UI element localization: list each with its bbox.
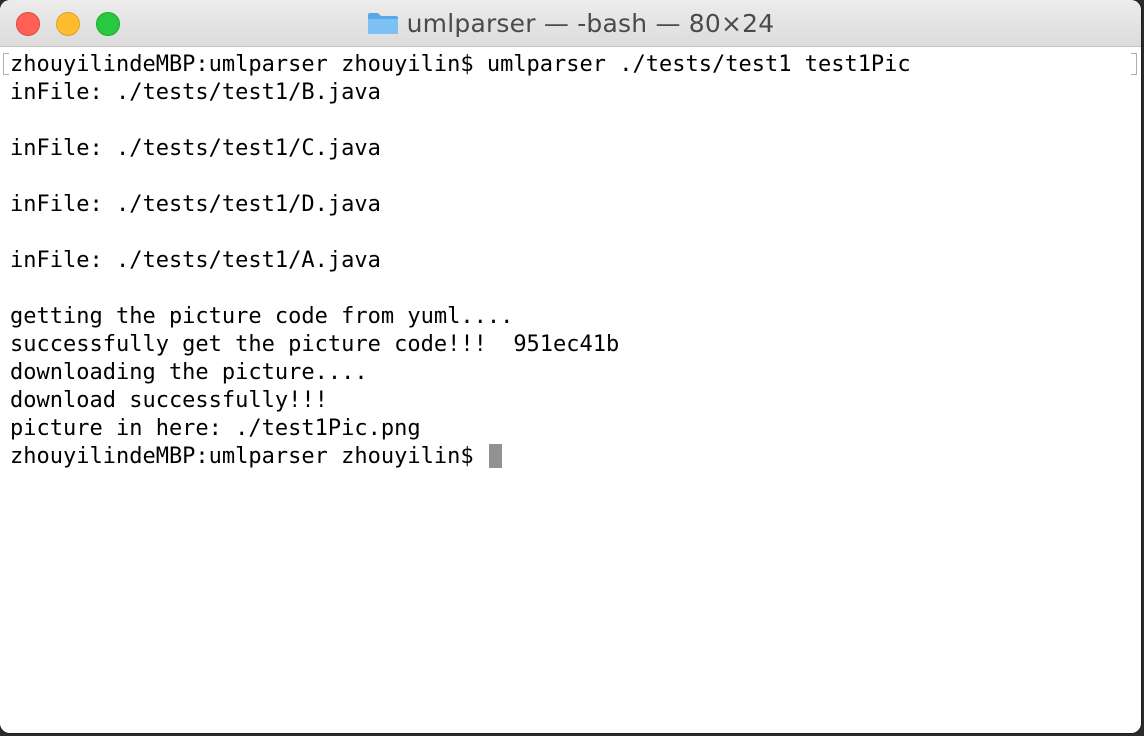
terminal-line: download successfully!!! bbox=[10, 388, 328, 413]
terminal-line: picture in here: ./test1Pic.png bbox=[10, 416, 421, 441]
window-title-area: umlparser — -bash — 80×24 bbox=[0, 0, 1141, 46]
zoom-window-button[interactable] bbox=[96, 12, 120, 36]
minimize-window-button[interactable] bbox=[56, 12, 80, 36]
terminal-output[interactable]: zhouyilindeMBP:umlparser zhouyilin$ umlp… bbox=[0, 47, 1141, 733]
terminal-line: downloading the picture.... bbox=[10, 360, 368, 385]
close-window-button[interactable] bbox=[16, 12, 40, 36]
title-bar[interactable]: umlparser — -bash — 80×24 bbox=[0, 0, 1141, 47]
window-title: umlparser — -bash — 80×24 bbox=[406, 8, 775, 38]
terminal-line: successfully get the picture code!!! 951… bbox=[10, 332, 620, 357]
terminal-line: zhouyilindeMBP:umlparser zhouyilin$ umlp… bbox=[10, 52, 911, 77]
terminal-line: getting the picture code from yuml.... bbox=[10, 304, 514, 329]
terminal-window: umlparser — -bash — 80×24 zhouyilindeMBP… bbox=[0, 0, 1141, 733]
terminal-line: inFile: ./tests/test1/D.java bbox=[10, 192, 381, 217]
terminal-line: inFile: ./tests/test1/C.java bbox=[10, 136, 381, 161]
terminal-line: inFile: ./tests/test1/A.java bbox=[10, 248, 381, 273]
prompt-line[interactable]: zhouyilindeMBP:umlparser zhouyilin$ bbox=[10, 443, 502, 471]
prompt-text: zhouyilindeMBP:umlparser zhouyilin$ bbox=[10, 444, 487, 469]
mark-right bbox=[1131, 53, 1137, 75]
terminal-line: inFile: ./tests/test1/B.java bbox=[10, 80, 381, 105]
text-cursor bbox=[488, 444, 502, 468]
mark-left bbox=[3, 53, 9, 75]
folder-icon bbox=[367, 13, 398, 34]
